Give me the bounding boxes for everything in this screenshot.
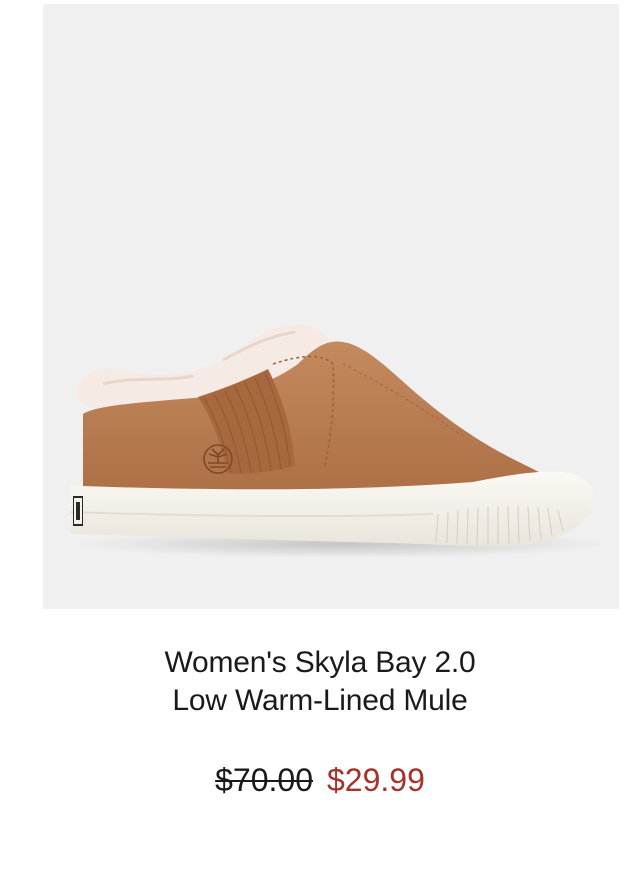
original-price: $70.00 [215, 762, 313, 798]
product-title[interactable]: Women's Skyla Bay 2.0 Low Warm-Lined Mul… [0, 644, 640, 720]
product-title-line1: Women's Skyla Bay 2.0 [164, 646, 476, 679]
shoe-image [70, 324, 613, 558]
product-title-line2: Low Warm-Lined Mule [172, 684, 468, 717]
price-row: $70.00 $29.99 [0, 760, 640, 800]
product-image-link[interactable] [43, 4, 619, 609]
sale-price: $29.99 [327, 762, 425, 798]
product-card: Women's Skyla Bay 2.0 Low Warm-Lined Mul… [0, 0, 640, 877]
suede-upper [83, 341, 555, 496]
